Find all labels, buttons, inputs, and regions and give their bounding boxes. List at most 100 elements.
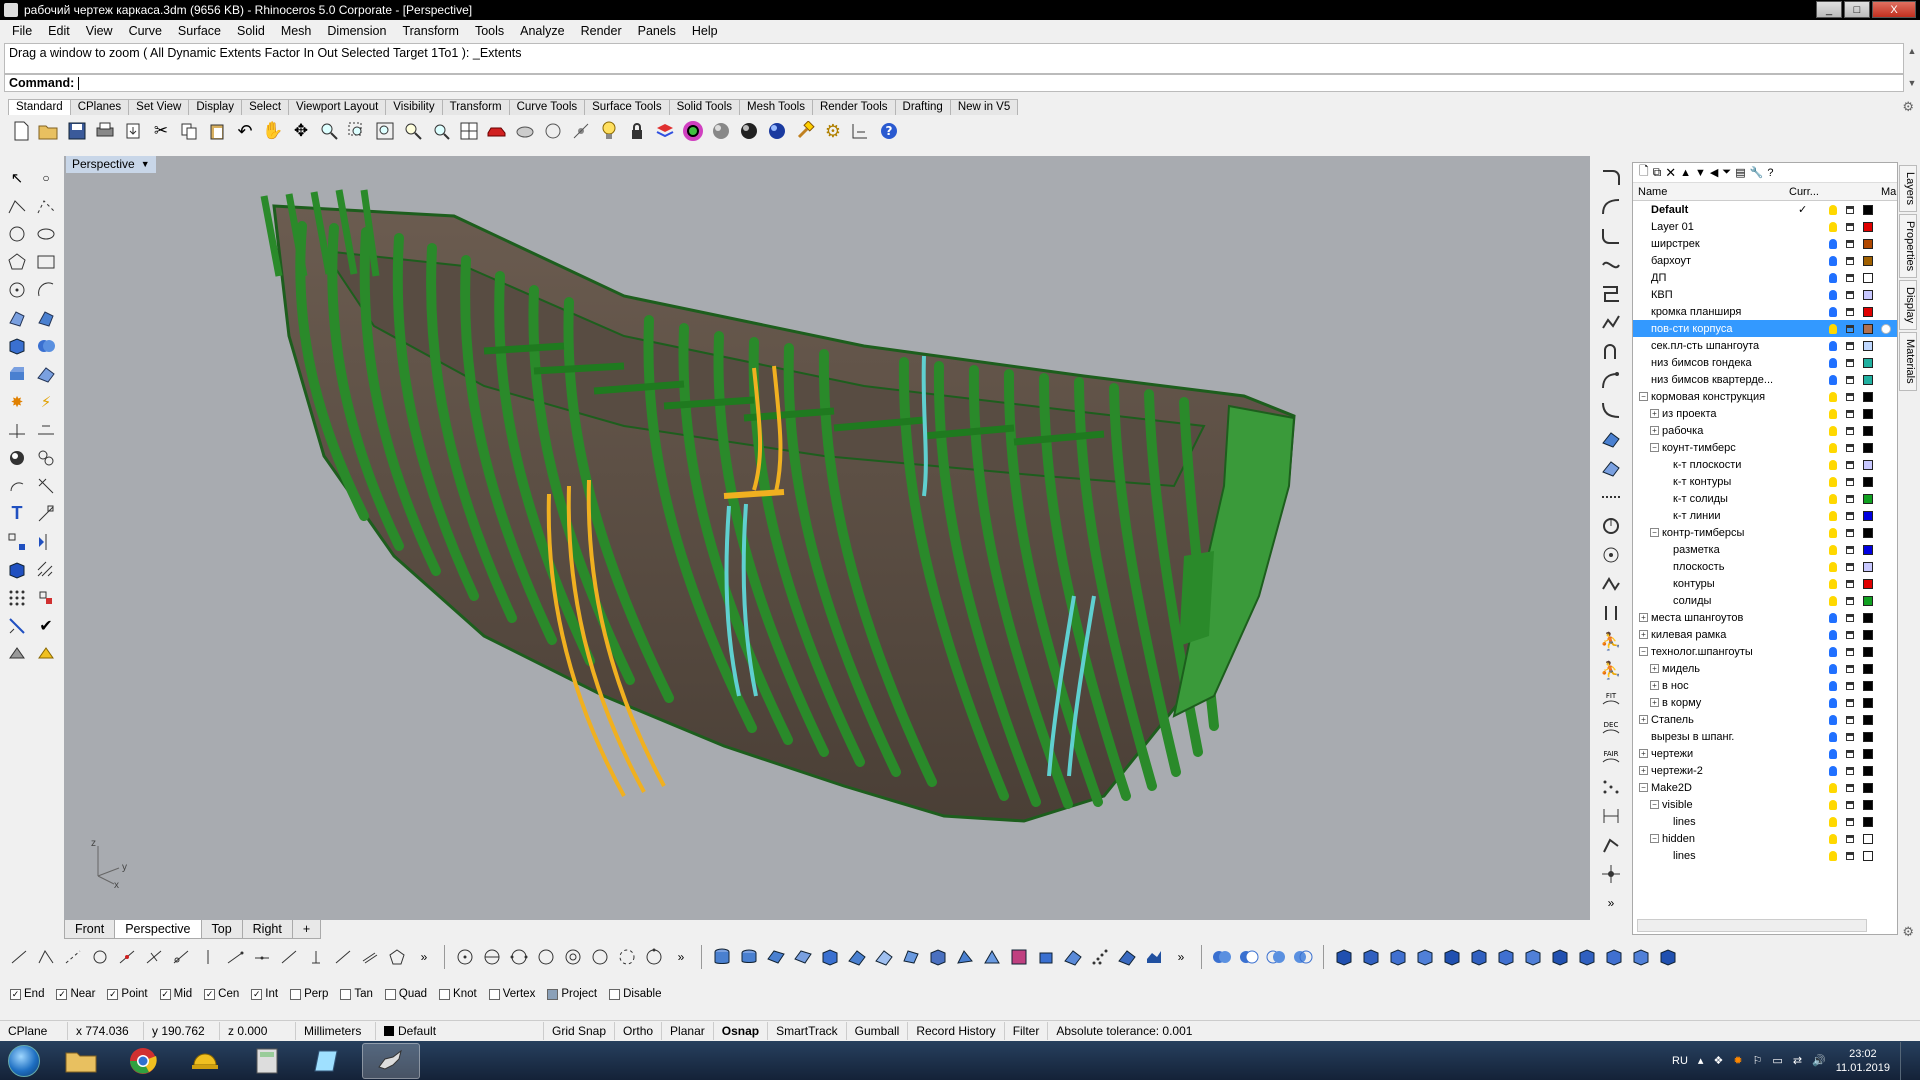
layer-row[interactable]: + килевая рамка [1633,626,1897,643]
blend-surface-icon[interactable] [1006,944,1032,970]
solid-box-icon[interactable] [1331,944,1357,970]
plane-surface-icon[interactable] [763,944,789,970]
lock-icon[interactable] [1846,596,1854,605]
tools-icon[interactable]: 🔧 [1750,166,1764,179]
split-icon[interactable] [4,417,30,442]
expand-icon[interactable]: + [1639,630,1648,639]
layer-name[interactable]: кормовая конструкция [1651,391,1795,403]
lock-icon[interactable] [1846,460,1854,469]
taskbar-builder[interactable] [176,1043,234,1079]
lock-icon[interactable] [1846,409,1854,418]
loft-icon[interactable] [790,944,816,970]
network-alert-icon[interactable]: ⚐ [1753,1054,1763,1067]
perp-line-icon[interactable] [141,944,167,970]
tab-mesh-tools[interactable]: Mesh Tools [739,99,813,115]
layers-horizontal-scrollbar[interactable] [1637,919,1867,932]
layer-name[interactable]: килевая рамка [1651,629,1795,641]
visibility-bulb-icon[interactable] [1829,527,1837,538]
vtab-add[interactable]: + [291,920,322,939]
dash-line-icon[interactable] [1597,484,1625,509]
cut-icon[interactable]: ✂ [148,118,174,144]
layer-row[interactable]: + Стапель [1633,711,1897,728]
drafting-icon[interactable] [33,641,59,666]
tab-standard[interactable]: Standard [8,99,71,115]
layer-color-swatch[interactable] [1863,204,1873,215]
vtab-right[interactable]: Right [241,920,293,939]
layer-color-swatch[interactable] [1863,306,1873,317]
print-icon[interactable] [92,118,118,144]
layer-name[interactable]: контуры [1673,578,1795,590]
dropbox-icon[interactable]: ❖ [1713,1054,1723,1067]
fit-tool-icon[interactable]: FIT [1597,687,1625,712]
layer-color-swatch[interactable] [1863,748,1873,759]
lock-icon[interactable] [1846,375,1854,384]
patch-icon[interactable] [898,944,924,970]
menu-render[interactable]: Render [573,24,630,38]
solid-tool-3-icon[interactable] [1385,944,1411,970]
layer-row[interactable]: пов-сти корпуса [1633,320,1897,337]
lock-icon[interactable] [1846,273,1854,282]
tube-icon[interactable] [736,944,762,970]
layer-row[interactable]: КВП [1633,286,1897,303]
solid-tool-7-icon[interactable] [1493,944,1519,970]
move-down-icon[interactable]: ▼ [1695,167,1706,179]
status-layer[interactable]: Default [376,1021,544,1040]
layer-row[interactable]: + мидель [1633,660,1897,677]
curve-tool-8-icon[interactable] [1597,368,1625,393]
rotate-tool-icon[interactable] [1597,513,1625,538]
col-name[interactable]: Name [1638,186,1667,198]
layer-row[interactable]: − кормовая конструкция [1633,388,1897,405]
expand-icon[interactable]: + [1650,698,1659,707]
layer-row[interactable]: + чертежи [1633,745,1897,762]
osnap-quad[interactable]: Quad [384,988,427,1000]
lock-icon[interactable] [1846,528,1854,537]
join-icon[interactable] [33,417,59,442]
layer-row[interactable]: к-т плоскости [1633,456,1897,473]
menu-dimension[interactable]: Dimension [319,24,394,38]
edge-surface-icon[interactable] [925,944,951,970]
command-line[interactable]: Command: [4,74,1904,92]
undo-view-icon[interactable] [428,118,454,144]
layer-color-swatch[interactable] [1863,238,1873,249]
osnap-checkbox[interactable]: ✓ [107,988,119,1000]
lock-icon[interactable] [1846,222,1854,231]
collapse-icon[interactable]: − [1639,647,1648,656]
status-planar[interactable]: Planar [662,1021,714,1040]
layer-row[interactable]: + рабочка [1633,422,1897,439]
menu-view[interactable]: View [78,24,121,38]
dec-tool-icon[interactable]: DEC [1597,716,1625,741]
layers-help-icon[interactable]: ? [1767,167,1773,179]
network-icon[interactable]: ⇄ [1793,1054,1802,1067]
tab-visibility[interactable]: Visibility [385,99,443,115]
collapse-icon[interactable]: − [1650,834,1659,843]
filter-icon[interactable]: ⏷ [1722,166,1731,179]
solid-tool-10-icon[interactable] [1574,944,1600,970]
lock-icon[interactable] [1846,715,1854,724]
box-solid-icon[interactable] [817,944,843,970]
layer-color-swatch[interactable] [1863,374,1873,385]
menu-mesh[interactable]: Mesh [273,24,320,38]
curve-tool-10-icon[interactable] [1597,832,1625,857]
grid-points-icon[interactable] [4,585,30,610]
heightfield-icon[interactable] [1141,944,1167,970]
osnap-perp[interactable]: Perp [290,988,328,1000]
vertical-line-icon[interactable] [195,944,221,970]
vtab-perspective[interactable]: Perspective [114,920,202,939]
hatch-icon[interactable] [33,557,59,582]
layer-name[interactable]: к-т плоскости [1673,459,1795,471]
rectangle-icon[interactable] [33,249,59,274]
box-icon[interactable] [4,333,30,358]
help-icon[interactable]: ? [876,118,902,144]
layer-name[interactable]: солиды [1673,595,1795,607]
lock-icon[interactable] [1846,834,1854,843]
solid-tool-2-icon[interactable] [1358,944,1384,970]
circle-around-curve-icon[interactable] [560,944,586,970]
pan-hand-icon[interactable]: ✋ [260,118,286,144]
undo-icon[interactable]: ↶ [232,118,258,144]
layer-color-swatch[interactable] [1863,765,1873,776]
side-tab-layers[interactable]: Layers [1899,165,1917,213]
offset-icon[interactable] [33,445,59,470]
layer-name[interactable]: к-т контуры [1673,476,1795,488]
move-icon[interactable] [33,473,59,498]
layer-row[interactable]: lines [1633,813,1897,830]
